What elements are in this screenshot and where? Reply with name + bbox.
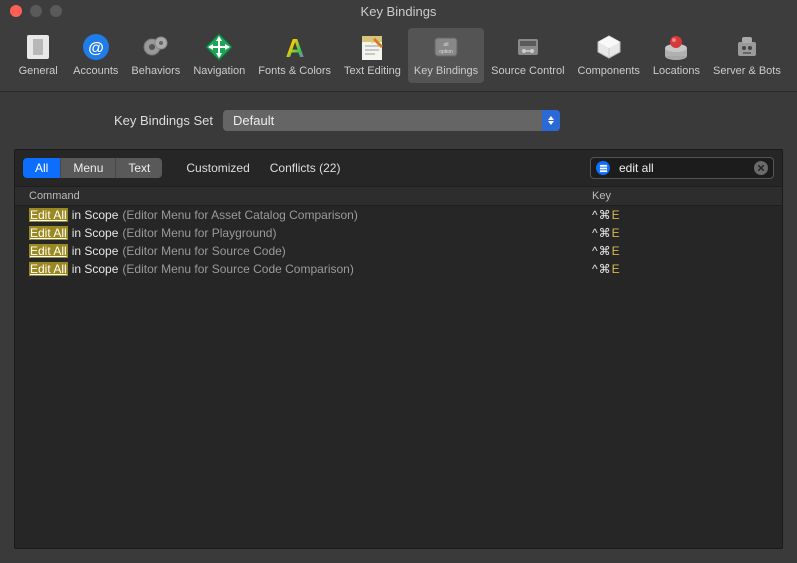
command-cell: Edit All in Scope (Editor Menu for Sourc… [29,244,592,258]
locations-icon [661,32,691,62]
key-bindings-set-row: Key Bindings Set Default [14,110,783,131]
table-row[interactable]: Edit All in Scope (Editor Menu for Asset… [15,206,782,224]
toolbar-item-key-bindings[interactable]: altoption Key Bindings [408,28,484,83]
toolbar-item-general[interactable]: General [10,28,66,83]
command-context: (Editor Menu for Playground) [122,226,276,240]
components-icon [594,32,624,62]
search-match-highlight: Edit All [29,226,68,240]
bindings-rows: Edit All in Scope (Editor Menu for Asset… [15,206,782,548]
search-scope-icon[interactable] [596,161,610,175]
clear-search-icon[interactable] [754,161,768,175]
source-control-icon [513,32,543,62]
search-match-highlight: Edit All [29,262,68,276]
titlebar: Key Bindings [0,0,797,22]
fonts-colors-icon: A [280,32,310,62]
content: Key Bindings Set Default All Menu Text C… [0,92,797,563]
command-context: (Editor Menu for Asset Catalog Compariso… [122,208,357,222]
svg-text:@: @ [88,40,104,57]
text-editing-icon [357,32,387,62]
traffic-lights [10,5,62,17]
select-arrows-icon [542,110,560,131]
table-header: Command Key [15,187,782,206]
segment-all[interactable]: All [23,158,61,178]
command-context: (Editor Menu for Source Code) [122,244,285,258]
search-input[interactable] [590,157,774,179]
segment-text[interactable]: Text [116,158,162,178]
accounts-icon: @ [81,32,111,62]
bindings-panel: All Menu Text Customized Conflicts (22) … [14,149,783,549]
toolbar-item-navigation[interactable]: Navigation [187,28,251,83]
zoom-window-button[interactable] [50,5,62,17]
command-cell: Edit All in Scope (Editor Menu for Sourc… [29,262,592,276]
select-value: Default [233,113,274,128]
toolbar-item-text-editing[interactable]: Text Editing [338,28,407,83]
filter-links: Customized Conflicts (22) [186,161,340,175]
filter-customized[interactable]: Customized [186,161,249,175]
svg-text:A: A [285,33,304,62]
table-row[interactable]: Edit All in Scope (Editor Menu for Sourc… [15,242,782,260]
key-cell[interactable]: ^⌘E [592,226,782,240]
command-cell: Edit All in Scope (Editor Menu for Playg… [29,226,592,240]
key-bindings-set-label: Key Bindings Set [114,113,213,128]
svg-text:alt: alt [443,42,449,48]
search-match-highlight: Edit All [29,208,68,222]
key-cell[interactable]: ^⌘E [592,244,782,258]
svg-text:option: option [439,49,453,55]
key-bindings-set-select[interactable]: Default [223,110,560,131]
toolbar-item-fonts-colors[interactable]: A Fonts & Colors [252,28,337,83]
segment-menu[interactable]: Menu [61,158,116,178]
column-header-command[interactable]: Command [15,190,592,202]
command-context: (Editor Menu for Source Code Comparison) [122,262,353,276]
preferences-toolbar: General @ Accounts Behaviors Navigation … [0,22,797,92]
table-row[interactable]: Edit All in Scope (Editor Menu for Playg… [15,224,782,242]
filter-bar: All Menu Text Customized Conflicts (22) [15,150,782,187]
navigation-icon [204,32,234,62]
key-cell[interactable]: ^⌘E [592,262,782,276]
window-title: Key Bindings [361,4,437,19]
toolbar-item-components[interactable]: Components [572,28,646,83]
command-cell: Edit All in Scope (Editor Menu for Asset… [29,208,592,222]
key-bindings-icon: altoption [431,32,461,62]
server-bots-icon [732,32,762,62]
general-icon [23,32,53,62]
toolbar-item-accounts[interactable]: @ Accounts [67,28,124,83]
toolbar-item-source-control[interactable]: Source Control [485,28,570,83]
search-match-highlight: Edit All [29,244,68,258]
scope-segmented-control: All Menu Text [23,158,162,178]
close-window-button[interactable] [10,5,22,17]
toolbar-item-locations[interactable]: Locations [647,28,706,83]
column-header-key[interactable]: Key [592,190,782,202]
minimize-window-button[interactable] [30,5,42,17]
key-cell[interactable]: ^⌘E [592,208,782,222]
filter-conflicts[interactable]: Conflicts (22) [270,161,341,175]
search-field-wrap [590,157,774,179]
behaviors-icon [141,32,171,62]
toolbar-item-behaviors[interactable]: Behaviors [125,28,186,83]
toolbar-item-server-bots[interactable]: Server & Bots [707,28,787,83]
table-row[interactable]: Edit All in Scope (Editor Menu for Sourc… [15,260,782,278]
